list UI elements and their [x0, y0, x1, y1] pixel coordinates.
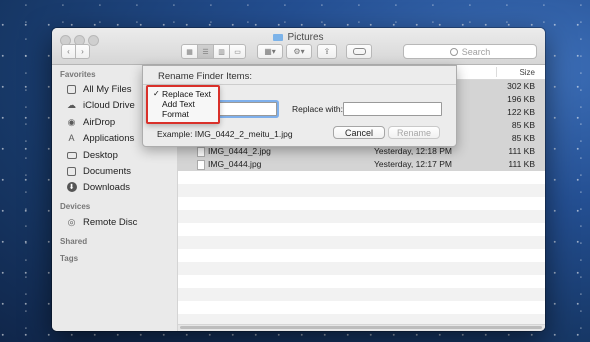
cover-flow-view-button[interactable]: ▭ [230, 44, 246, 59]
action-gear-button[interactable]: ⚙▾ [286, 44, 312, 59]
arrange-button[interactable]: ▦▾ [257, 44, 283, 59]
desktop-icon [66, 150, 77, 161]
sidebar-item-icloud-drive[interactable]: ☁ iCloud Drive [66, 98, 135, 112]
menu-item-format[interactable]: Format [162, 109, 189, 119]
empty-row [178, 275, 545, 288]
find-text-field[interactable] [215, 102, 277, 116]
downloads-icon: ⬇ [66, 182, 77, 193]
rename-mode-menu: ✓ Replace Text Add Text Format [146, 85, 220, 124]
table-row[interactable]: IMG_0444.jpg Yesterday, 12:17 PM 111 KB [178, 158, 545, 171]
checkmark-icon: ✓ [153, 89, 160, 98]
rename-button[interactable]: Rename [388, 126, 440, 139]
view-mode-buttons: ▦ ☰ ▥ ▭ [181, 44, 246, 59]
sidebar-header-favorites: Favorites [60, 70, 96, 79]
applications-icon: A [68, 132, 75, 143]
forward-button[interactable]: › [76, 44, 90, 59]
icon-view-button[interactable]: ▦ [181, 44, 198, 59]
sidebar-item-all-my-files[interactable]: All My Files [66, 82, 132, 96]
sidebar-item-desktop[interactable]: Desktop [66, 148, 118, 162]
airdrop-icon: ◉ [67, 116, 76, 127]
sidebar-item-applications[interactable]: A Applications [66, 131, 134, 145]
empty-row [178, 184, 545, 197]
sidebar-header-shared: Shared [60, 237, 88, 246]
empty-row [178, 288, 545, 301]
sidebar-item-remote-disc[interactable]: ◎ Remote Disc [66, 215, 138, 229]
toolbar: Pictures ‹ › ▦ ☰ ▥ ▭ ▦▾ ⚙▾ ⇪ Search [52, 28, 545, 65]
image-file-icon [197, 160, 205, 170]
navigation-buttons: ‹ › [61, 44, 90, 59]
sidebar-item-downloads[interactable]: ⬇ Downloads [66, 180, 130, 194]
empty-row [178, 249, 545, 262]
folder-icon [273, 34, 284, 41]
replace-with-label: Replace with: [292, 104, 344, 114]
empty-row [178, 236, 545, 249]
disc-icon: ◎ [67, 216, 76, 227]
column-view-button[interactable]: ▥ [214, 44, 230, 59]
example-text: Example: IMG_0442_2_meitu_1.jpg [157, 129, 293, 139]
tag-icon [352, 48, 366, 55]
sidebar-item-airdrop[interactable]: ◉ AirDrop [66, 115, 116, 129]
share-button[interactable]: ⇪ [317, 44, 337, 59]
cloud-icon: ☁ [67, 99, 76, 110]
menu-item-replace-text[interactable]: Replace Text [162, 89, 211, 99]
empty-row [178, 197, 545, 210]
empty-row [178, 223, 545, 236]
image-file-icon [197, 147, 205, 157]
column-header-size[interactable]: Size [519, 68, 535, 77]
empty-row [178, 171, 545, 184]
edit-tags-button[interactable] [346, 44, 372, 59]
dialog-title: Rename Finder Items: [158, 71, 252, 82]
list-view-button[interactable]: ☰ [198, 44, 214, 59]
cancel-button[interactable]: Cancel [333, 126, 385, 139]
empty-row [178, 301, 545, 314]
back-button[interactable]: ‹ [61, 44, 76, 59]
scrollbar-thumb[interactable] [180, 326, 542, 329]
column-divider[interactable] [496, 67, 497, 77]
all-files-icon [66, 84, 77, 95]
sidebar-header-tags: Tags [60, 254, 79, 263]
menu-item-add-text[interactable]: Add Text [162, 99, 195, 109]
sidebar-item-documents[interactable]: Documents [66, 164, 131, 178]
search-icon [449, 47, 458, 56]
empty-row [178, 210, 545, 223]
search-field[interactable]: Search [403, 44, 537, 59]
horizontal-scrollbar[interactable] [178, 324, 545, 331]
window-title: Pictures [52, 32, 545, 43]
replace-with-field[interactable] [343, 102, 442, 116]
sidebar-header-devices: Devices [60, 202, 91, 211]
empty-row [178, 262, 545, 275]
documents-icon [66, 166, 77, 177]
